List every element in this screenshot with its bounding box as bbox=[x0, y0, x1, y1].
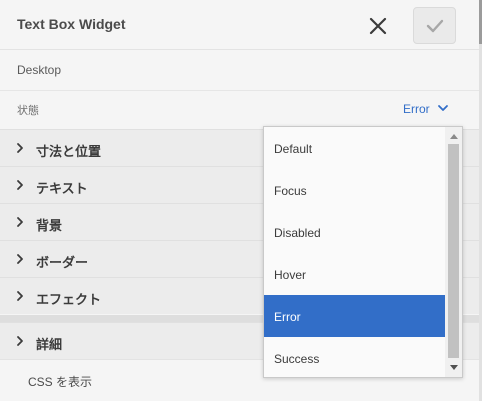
scroll-down-arrow[interactable] bbox=[445, 361, 462, 375]
option-success[interactable]: Success bbox=[264, 337, 445, 379]
close-button[interactable] bbox=[362, 11, 394, 41]
breadcrumb: Desktop bbox=[0, 50, 479, 90]
section-label: ボーダー bbox=[36, 255, 89, 270]
chevron-right-icon bbox=[17, 217, 23, 227]
option-label: Disabled bbox=[274, 226, 321, 240]
state-select[interactable]: Error bbox=[403, 102, 430, 116]
state-dropdown-list[interactable]: Default Focus Disabled Hover Error Succe… bbox=[263, 126, 463, 378]
panel-header: Text Box Widget bbox=[0, 0, 482, 50]
checkmark-icon bbox=[426, 19, 443, 32]
chevron-down-icon[interactable] bbox=[437, 102, 449, 114]
option-default[interactable]: Default bbox=[264, 127, 445, 169]
option-label: Default bbox=[274, 142, 313, 156]
triangle-up-icon bbox=[449, 134, 458, 139]
scroll-up-arrow[interactable] bbox=[445, 129, 462, 143]
property-panel: Text Box Widget Desktop 状態 Error 寸法と位置 テ… bbox=[0, 0, 482, 401]
section-label: 寸法と位置 bbox=[36, 144, 102, 159]
dropdown-scrollbar[interactable] bbox=[445, 127, 462, 377]
panel-title: Text Box Widget bbox=[17, 16, 126, 32]
dropdown-scrollbar-thumb[interactable] bbox=[448, 144, 459, 358]
option-hover[interactable]: Hover bbox=[264, 253, 445, 295]
done-button[interactable] bbox=[413, 7, 456, 44]
section-label: 詳細 bbox=[36, 337, 63, 352]
state-label: 状態 bbox=[17, 105, 39, 117]
breadcrumb-label: Desktop bbox=[17, 63, 62, 77]
close-icon bbox=[369, 17, 387, 35]
show-css-link[interactable]: CSS を表示 bbox=[28, 373, 92, 390]
chevron-right-icon bbox=[17, 143, 23, 153]
chevron-right-icon bbox=[17, 336, 23, 346]
option-label: Success bbox=[274, 352, 320, 366]
option-label: Focus bbox=[274, 184, 307, 198]
chevron-right-icon bbox=[17, 180, 23, 190]
chevron-right-icon bbox=[17, 291, 23, 301]
state-row: 状態 Error bbox=[0, 90, 479, 128]
section-label: テキスト bbox=[36, 181, 88, 196]
option-label: Error bbox=[274, 310, 301, 324]
option-error[interactable]: Error bbox=[264, 295, 445, 337]
option-label: Hover bbox=[274, 268, 307, 282]
option-disabled[interactable]: Disabled bbox=[264, 211, 445, 253]
section-label: エフェクト bbox=[36, 292, 102, 307]
chevron-right-icon bbox=[17, 254, 23, 264]
section-label: 背景 bbox=[36, 218, 63, 233]
option-focus[interactable]: Focus bbox=[264, 169, 445, 211]
triangle-down-icon bbox=[449, 365, 458, 370]
